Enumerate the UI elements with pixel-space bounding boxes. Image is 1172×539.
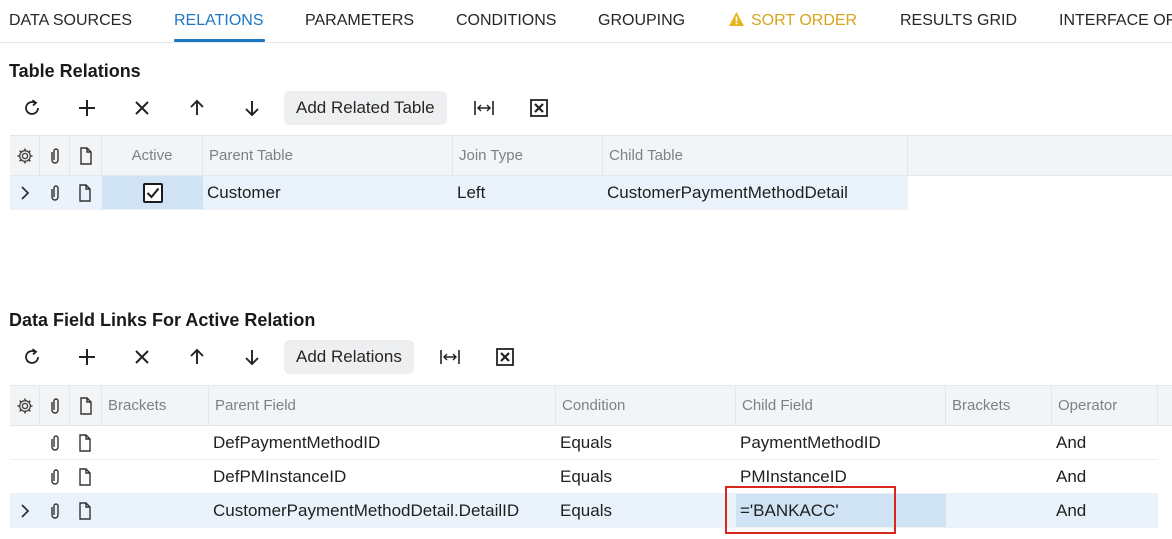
attachment-icon [40, 386, 70, 425]
add-icon[interactable] [76, 346, 98, 368]
col-parent-table[interactable]: Parent Table [203, 136, 453, 175]
tab-sort-order-label: SORT ORDER [751, 12, 858, 29]
grid-header: Brackets Parent Field Condition Child Fi… [10, 385, 1172, 426]
condition-cell[interactable]: Equals [556, 494, 736, 527]
chevron-right-icon[interactable] [10, 494, 40, 527]
child-field-cell[interactable]: PaymentMethodID [736, 426, 946, 459]
parent-field-cell[interactable]: CustomerPaymentMethodDetail.DetailID [209, 494, 556, 527]
tab-conditions[interactable]: CONDITIONS [456, 11, 556, 31]
note-icon[interactable] [70, 494, 100, 527]
settings-gear-icon[interactable] [10, 136, 40, 175]
refresh-icon[interactable] [21, 97, 43, 119]
brackets-close-cell[interactable] [946, 426, 1052, 459]
table-row[interactable]: DefPaymentMethodID Equals PaymentMethodI… [10, 426, 1158, 460]
add-related-table-button[interactable]: Add Related Table [284, 91, 447, 125]
table-row[interactable]: CustomerPaymentMethodDetail.DetailID Equ… [10, 494, 1158, 528]
note-icon [70, 386, 102, 425]
add-icon[interactable] [76, 97, 98, 119]
brackets-close-cell[interactable] [946, 494, 1052, 527]
delete-icon[interactable] [131, 97, 153, 119]
settings-gear-icon[interactable] [10, 386, 40, 425]
tab-results-grid[interactable]: RESULTS GRID [900, 11, 1017, 31]
table-row[interactable]: DefPMInstanceID Equals PMInstanceID And [10, 460, 1158, 494]
tab-data-sources[interactable]: DATA SOURCES [9, 11, 132, 31]
data-field-links-grid: Brackets Parent Field Condition Child Fi… [10, 385, 1172, 535]
fit-columns-icon[interactable] [439, 346, 461, 368]
parent-field-cell[interactable]: DefPMInstanceID [209, 460, 556, 493]
arrow-up-icon[interactable] [186, 346, 208, 368]
table-relations-title: Table Relations [9, 61, 141, 81]
note-icon[interactable] [70, 460, 100, 493]
attachment-icon[interactable] [40, 460, 70, 493]
data-field-links-title: Data Field Links For Active Relation [9, 310, 316, 330]
arrow-down-icon[interactable] [241, 97, 263, 119]
col-parent-field[interactable]: Parent Field [209, 386, 556, 425]
brackets-open-cell[interactable] [102, 426, 209, 459]
refresh-icon[interactable] [21, 346, 43, 368]
tab-parameters[interactable]: PARAMETERS [305, 11, 414, 31]
attachment-icon[interactable] [40, 176, 70, 209]
col-brackets-close[interactable]: Brackets [946, 386, 1052, 425]
excel-export-icon[interactable] [528, 97, 550, 119]
fit-columns-icon[interactable] [473, 97, 495, 119]
brackets-close-cell[interactable] [946, 460, 1052, 493]
chevron-right-icon[interactable] [10, 176, 40, 209]
active-tab-indicator [174, 39, 265, 42]
brackets-open-cell[interactable] [102, 460, 209, 493]
attachment-icon[interactable] [40, 494, 70, 527]
warning-icon [729, 12, 744, 26]
operator-cell[interactable]: And [1052, 460, 1158, 493]
add-relations-button[interactable]: Add Relations [284, 340, 414, 374]
active-checkbox[interactable] [142, 182, 163, 203]
child-table-cell[interactable]: CustomerPaymentMethodDetail [603, 176, 908, 209]
col-brackets-open[interactable]: Brackets [102, 386, 209, 425]
col-active[interactable]: Active [102, 136, 203, 175]
attachment-icon [40, 136, 70, 175]
col-condition[interactable]: Condition [556, 386, 736, 425]
table-relations-grid: Active Parent Table Join Type Child Tabl… [10, 135, 1172, 215]
tab-relations[interactable]: RELATIONS [174, 11, 264, 31]
attachment-icon[interactable] [40, 426, 70, 459]
note-icon[interactable] [70, 176, 100, 209]
arrow-down-icon[interactable] [241, 346, 263, 368]
col-operator[interactable]: Operator [1052, 386, 1158, 425]
condition-cell[interactable]: Equals [556, 426, 736, 459]
tab-interface[interactable]: INTERFACE OF [1059, 11, 1172, 31]
note-icon[interactable] [70, 426, 100, 459]
tab-grouping[interactable]: GROUPING [598, 11, 685, 31]
operator-cell[interactable]: And [1052, 494, 1158, 527]
operator-cell[interactable]: And [1052, 426, 1158, 459]
active-cell[interactable] [102, 176, 203, 209]
arrow-up-icon[interactable] [186, 97, 208, 119]
table-row[interactable]: Customer Left CustomerPaymentMethodDetai… [10, 176, 908, 210]
highlight-annotation-box [725, 486, 896, 534]
col-join-type[interactable]: Join Type [453, 136, 603, 175]
join-type-cell[interactable]: Left [453, 176, 603, 209]
delete-icon[interactable] [131, 346, 153, 368]
col-child-field[interactable]: Child Field [736, 386, 946, 425]
condition-cell[interactable]: Equals [556, 460, 736, 493]
excel-export-icon[interactable] [494, 346, 516, 368]
tab-bar: DATA SOURCES RELATIONS PARAMETERS CONDIT… [0, 0, 1172, 43]
tab-sort-order[interactable]: SORT ORDER [728, 11, 857, 31]
parent-table-cell[interactable]: Customer [203, 176, 453, 209]
note-icon [70, 136, 102, 175]
parent-field-cell[interactable]: DefPaymentMethodID [209, 426, 556, 459]
brackets-open-cell[interactable] [102, 494, 209, 527]
grid-header: Active Parent Table Join Type Child Tabl… [10, 135, 1172, 176]
col-child-table[interactable]: Child Table [603, 136, 908, 175]
